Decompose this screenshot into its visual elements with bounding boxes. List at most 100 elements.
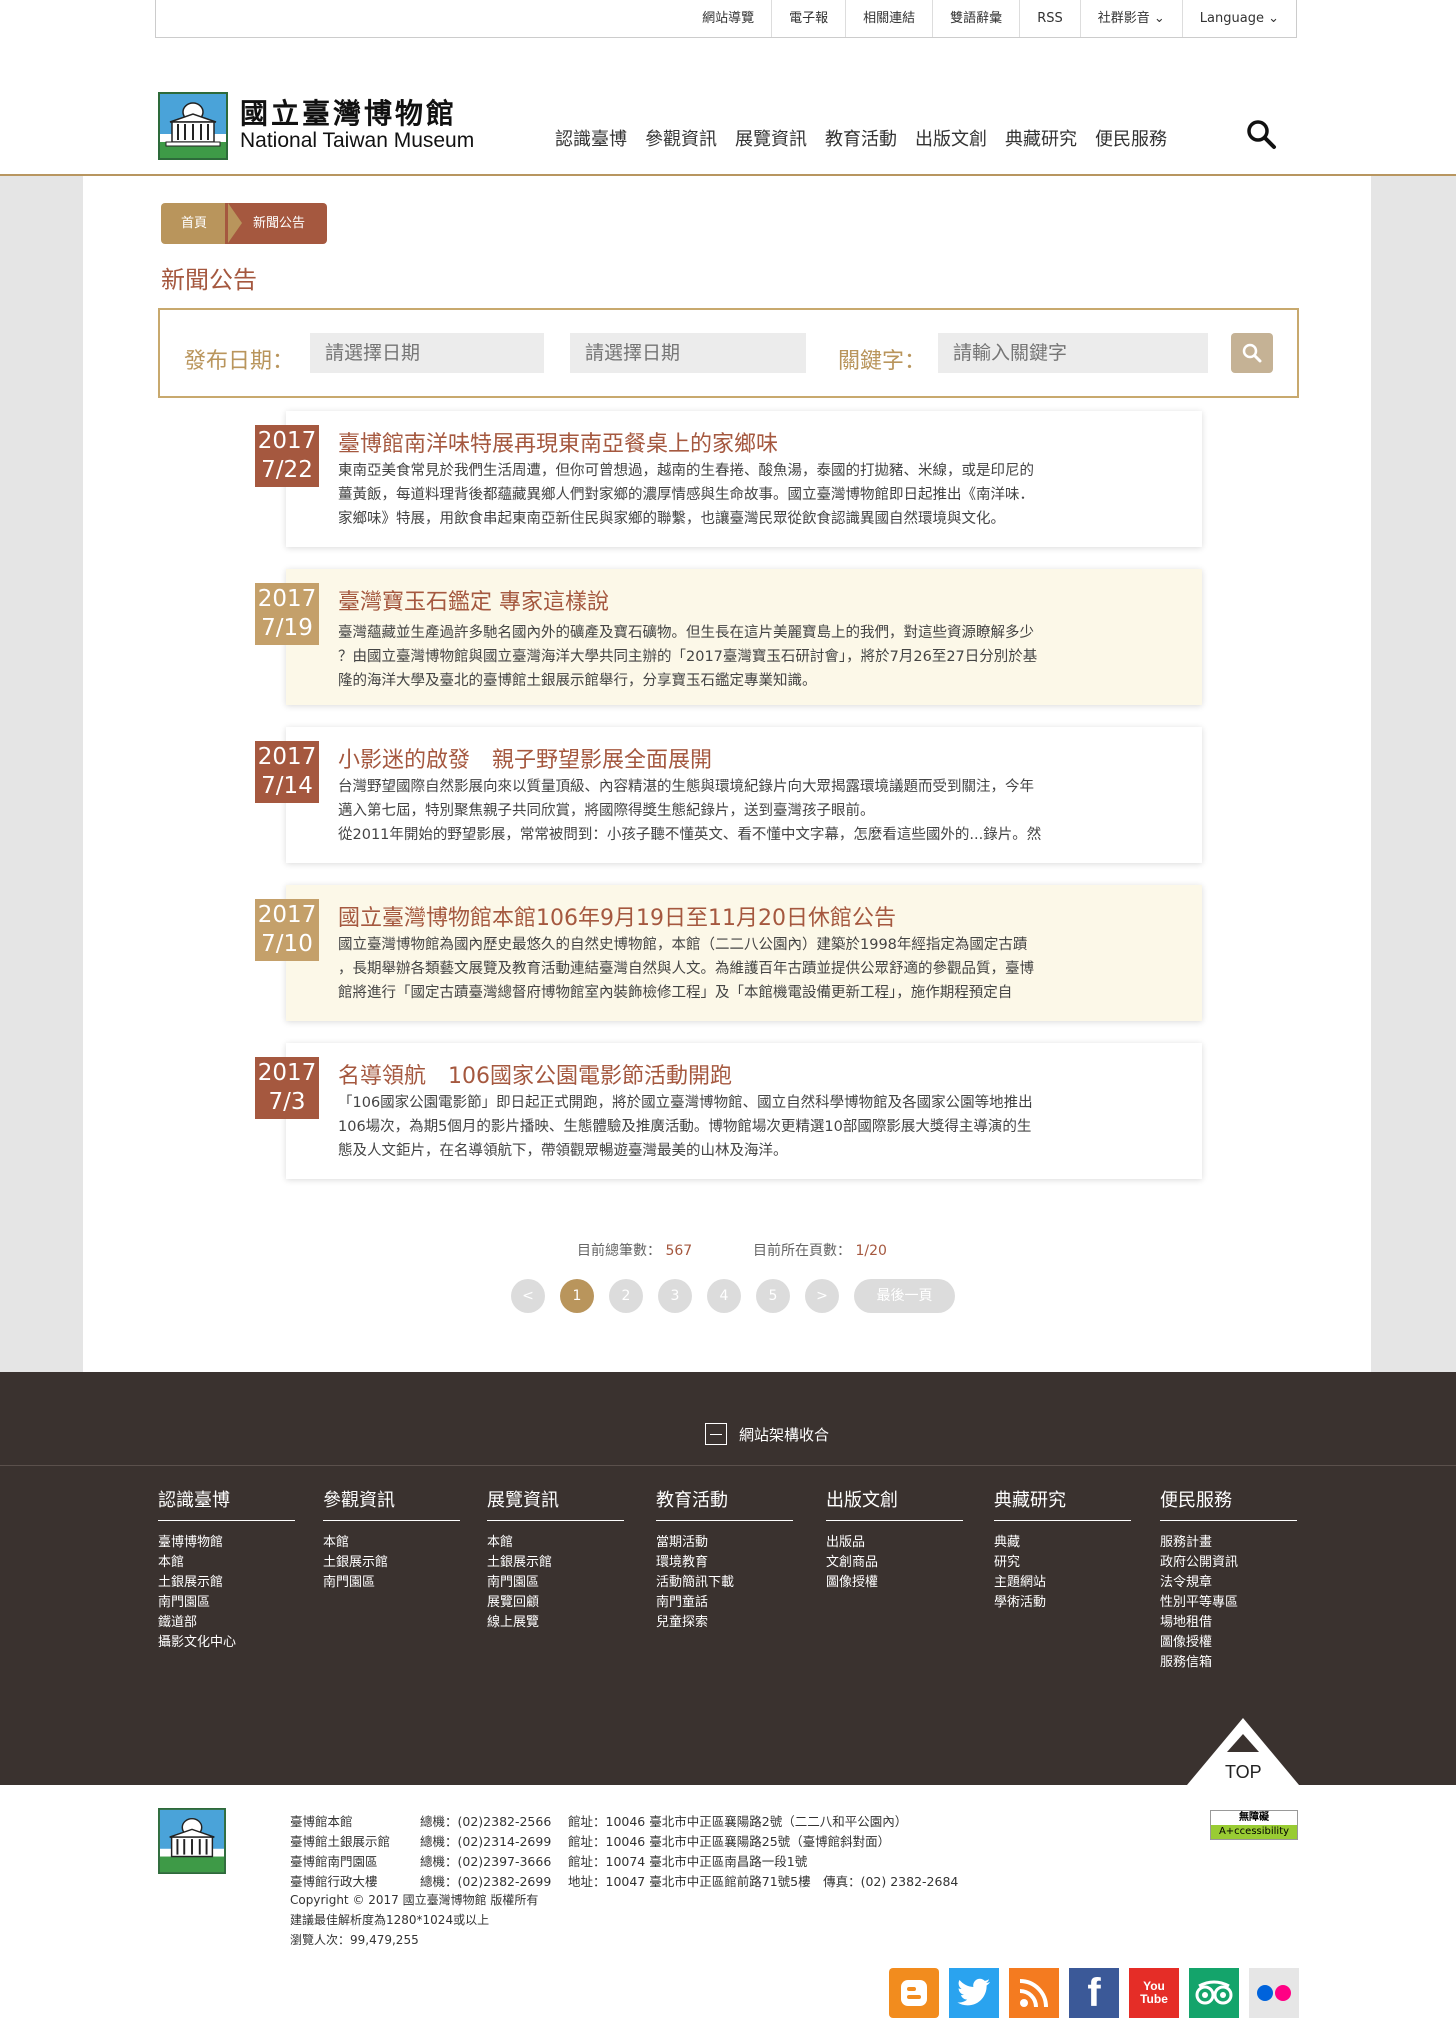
- search-icon[interactable]: [1245, 118, 1277, 154]
- last-page-button[interactable]: 最後一頁: [854, 1279, 955, 1313]
- copyright: Copyright © 2017 國立臺灣博物館 版權所有 建議最佳解析度為12…: [290, 1893, 539, 1947]
- logo-name-en: National Taiwan Museum: [240, 129, 475, 152]
- tripadvisor-icon[interactable]: [1189, 1968, 1239, 2018]
- topbar-social-dropdown[interactable]: 社群影音 ⌄: [1079, 0, 1182, 37]
- topbar-related-links[interactable]: 相關連結: [845, 0, 932, 37]
- news-title[interactable]: 臺灣寶玉石鑑定 專家這樣說: [338, 584, 609, 616]
- chevron-down-icon: ⌄: [1268, 11, 1279, 26]
- footer-link[interactable]: 環境教育: [656, 1553, 793, 1573]
- back-to-top-button[interactable]: TOP: [1187, 1718, 1299, 1789]
- youtube-icon[interactable]: You Tube: [1129, 1968, 1179, 2018]
- footer-link[interactable]: 本館: [487, 1533, 624, 1553]
- rss-icon[interactable]: [1009, 1968, 1059, 2018]
- news-summary: 「106國家公園電影節」即日起正式開跑，將於國立臺灣博物館、國立自然科學博物館及…: [338, 1095, 1033, 1159]
- footer-link[interactable]: 場地租借: [1160, 1613, 1297, 1633]
- footer-column-title: 便民服務: [1160, 1486, 1297, 1521]
- footer-link[interactable]: 典藏: [994, 1533, 1131, 1553]
- flickr-icon[interactable]: [1249, 1968, 1299, 2018]
- footer-column-title: 認識臺博: [158, 1486, 295, 1521]
- pagination: < 1 2 3 4 5 > 最後一頁: [511, 1279, 955, 1313]
- footer-link[interactable]: 服務計畫: [1160, 1533, 1297, 1553]
- keyword-input[interactable]: [938, 333, 1208, 373]
- blogger-icon[interactable]: [889, 1968, 939, 2018]
- topbar-newsletter-link[interactable]: 電子報: [771, 0, 845, 37]
- footer-link[interactable]: 南門園區: [158, 1593, 295, 1613]
- footer-link[interactable]: 兒童探索: [656, 1613, 793, 1633]
- footer-link[interactable]: 圖像授權: [1160, 1633, 1297, 1653]
- footer-link[interactable]: 展覽回顧: [487, 1593, 624, 1613]
- accessibility-badge[interactable]: 無障礙 A+ccessibility: [1210, 1810, 1298, 1840]
- page-button[interactable]: 4: [707, 1279, 741, 1313]
- news-date: 2017 7/10: [255, 899, 319, 961]
- logo-name-zh: 國立臺灣博物館: [240, 97, 458, 130]
- footer-link[interactable]: 南門童話: [656, 1593, 793, 1613]
- footer-link[interactable]: 土銀展示館: [323, 1553, 460, 1573]
- next-page-button[interactable]: >: [805, 1279, 839, 1313]
- topbar-rss-link[interactable]: RSS: [1019, 0, 1080, 37]
- page-title: 新聞公告: [161, 266, 257, 294]
- site-logo[interactable]: 國立臺灣博物館 National Taiwan Museum: [158, 92, 474, 160]
- footer-column: 展覽資訊 本館 土銀展示館 南門園區 展覽回顧 線上展覽: [487, 1486, 624, 1633]
- sitemap-collapse-toggle[interactable]: 網站架構收合: [705, 1423, 829, 1445]
- footer-column-title: 出版文創: [826, 1486, 963, 1521]
- nav-collections[interactable]: 典藏研究: [1005, 125, 1077, 151]
- nav-education[interactable]: 教育活動: [825, 125, 897, 151]
- news-date: 2017 7/22: [255, 425, 319, 487]
- utility-bar: 網站導覽 電子報 相關連結 雙語辭彙 RSS 社群影音 ⌄ Language ⌄: [155, 0, 1297, 38]
- footer-link[interactable]: 政府公開資訊: [1160, 1553, 1297, 1573]
- footer-link[interactable]: 臺博博物館: [158, 1533, 295, 1553]
- footer-column-title: 典藏研究: [994, 1486, 1131, 1521]
- footer-link[interactable]: 圖像授權: [826, 1573, 963, 1593]
- topbar-language-dropdown[interactable]: Language ⌄: [1181, 0, 1296, 37]
- footer-link[interactable]: 線上展覽: [487, 1613, 624, 1633]
- footer-link[interactable]: 本館: [158, 1553, 295, 1573]
- footer-link[interactable]: 南門園區: [323, 1573, 460, 1593]
- footer-link[interactable]: 文創商品: [826, 1553, 963, 1573]
- topbar-sitemap-link[interactable]: 網站導覽: [685, 0, 771, 37]
- nav-visit[interactable]: 參觀資訊: [645, 125, 717, 151]
- nav-exhibitions[interactable]: 展覽資訊: [735, 125, 807, 151]
- footer-link[interactable]: 研究: [994, 1553, 1131, 1573]
- footer-link[interactable]: 土銀展示館: [487, 1553, 624, 1573]
- nav-services[interactable]: 便民服務: [1095, 125, 1167, 151]
- nav-about[interactable]: 認識臺博: [555, 125, 627, 151]
- footer-column: 出版文創 出版品 文創商品 圖像授權: [826, 1486, 963, 1593]
- news-title[interactable]: 臺博館南洋味特展再現東南亞餐桌上的家鄉味: [338, 426, 778, 458]
- breadcrumb-separator: [228, 203, 242, 243]
- nav-publications[interactable]: 出版文創: [915, 125, 987, 151]
- news-summary: 東南亞美食常見於我們生活周遭，但你可曾想過，越南的生春捲、酸魚湯，泰國的打拋豬、…: [338, 463, 1034, 527]
- news-title[interactable]: 小影迷的啟發 親子野望影展全面展開: [338, 742, 712, 774]
- page-button[interactable]: 1: [560, 1279, 594, 1313]
- contact-info: 臺博館本館 總機：(02)2382-2566 館址：10046 臺北市中正區襄陽路2…: [290, 1814, 959, 1889]
- news-date: 2017 7/19: [255, 583, 319, 645]
- footer-link[interactable]: 學術活動: [994, 1593, 1131, 1613]
- footer-link[interactable]: 南門園區: [487, 1573, 624, 1593]
- news-title[interactable]: 國立臺灣博物館本館106年9月19日至11月20日休館公告: [338, 900, 896, 932]
- end-date-input[interactable]: [570, 333, 806, 373]
- page-button[interactable]: 5: [756, 1279, 790, 1313]
- footer-link[interactable]: 本館: [323, 1533, 460, 1553]
- footer-link[interactable]: 當期活動: [656, 1533, 793, 1553]
- footer-column-title: 展覽資訊: [487, 1486, 624, 1521]
- footer-link[interactable]: 攝影文化中心: [158, 1633, 295, 1653]
- facebook-icon[interactable]: f: [1069, 1968, 1119, 2018]
- footer-link[interactable]: 鐵道部: [158, 1613, 295, 1633]
- main-nav: 認識臺博 參觀資訊 展覽資訊 教育活動 出版文創 典藏研究 便民服務: [555, 125, 1185, 151]
- start-date-input[interactable]: [310, 333, 544, 373]
- prev-page-button[interactable]: <: [511, 1279, 545, 1313]
- footer-link[interactable]: 性別平等專區: [1160, 1593, 1297, 1613]
- news-date: 2017 7/3: [255, 1057, 319, 1119]
- news-title[interactable]: 名導領航 106國家公園電影節活動開跑: [338, 1058, 732, 1090]
- footer-link[interactable]: 服務信箱: [1160, 1653, 1297, 1673]
- footer-link[interactable]: 土銀展示館: [158, 1573, 295, 1593]
- footer-link[interactable]: 法令規章: [1160, 1573, 1297, 1593]
- breadcrumb-home[interactable]: 首頁: [161, 203, 230, 244]
- footer-link[interactable]: 活動簡訊下載: [656, 1573, 793, 1593]
- search-button[interactable]: [1231, 333, 1273, 373]
- page-button[interactable]: 3: [658, 1279, 692, 1313]
- topbar-glossary-link[interactable]: 雙語辭彙: [932, 0, 1019, 37]
- twitter-icon[interactable]: [949, 1968, 999, 2018]
- page-button[interactable]: 2: [609, 1279, 643, 1313]
- footer-link[interactable]: 主題網站: [994, 1573, 1131, 1593]
- footer-link[interactable]: 出版品: [826, 1533, 963, 1553]
